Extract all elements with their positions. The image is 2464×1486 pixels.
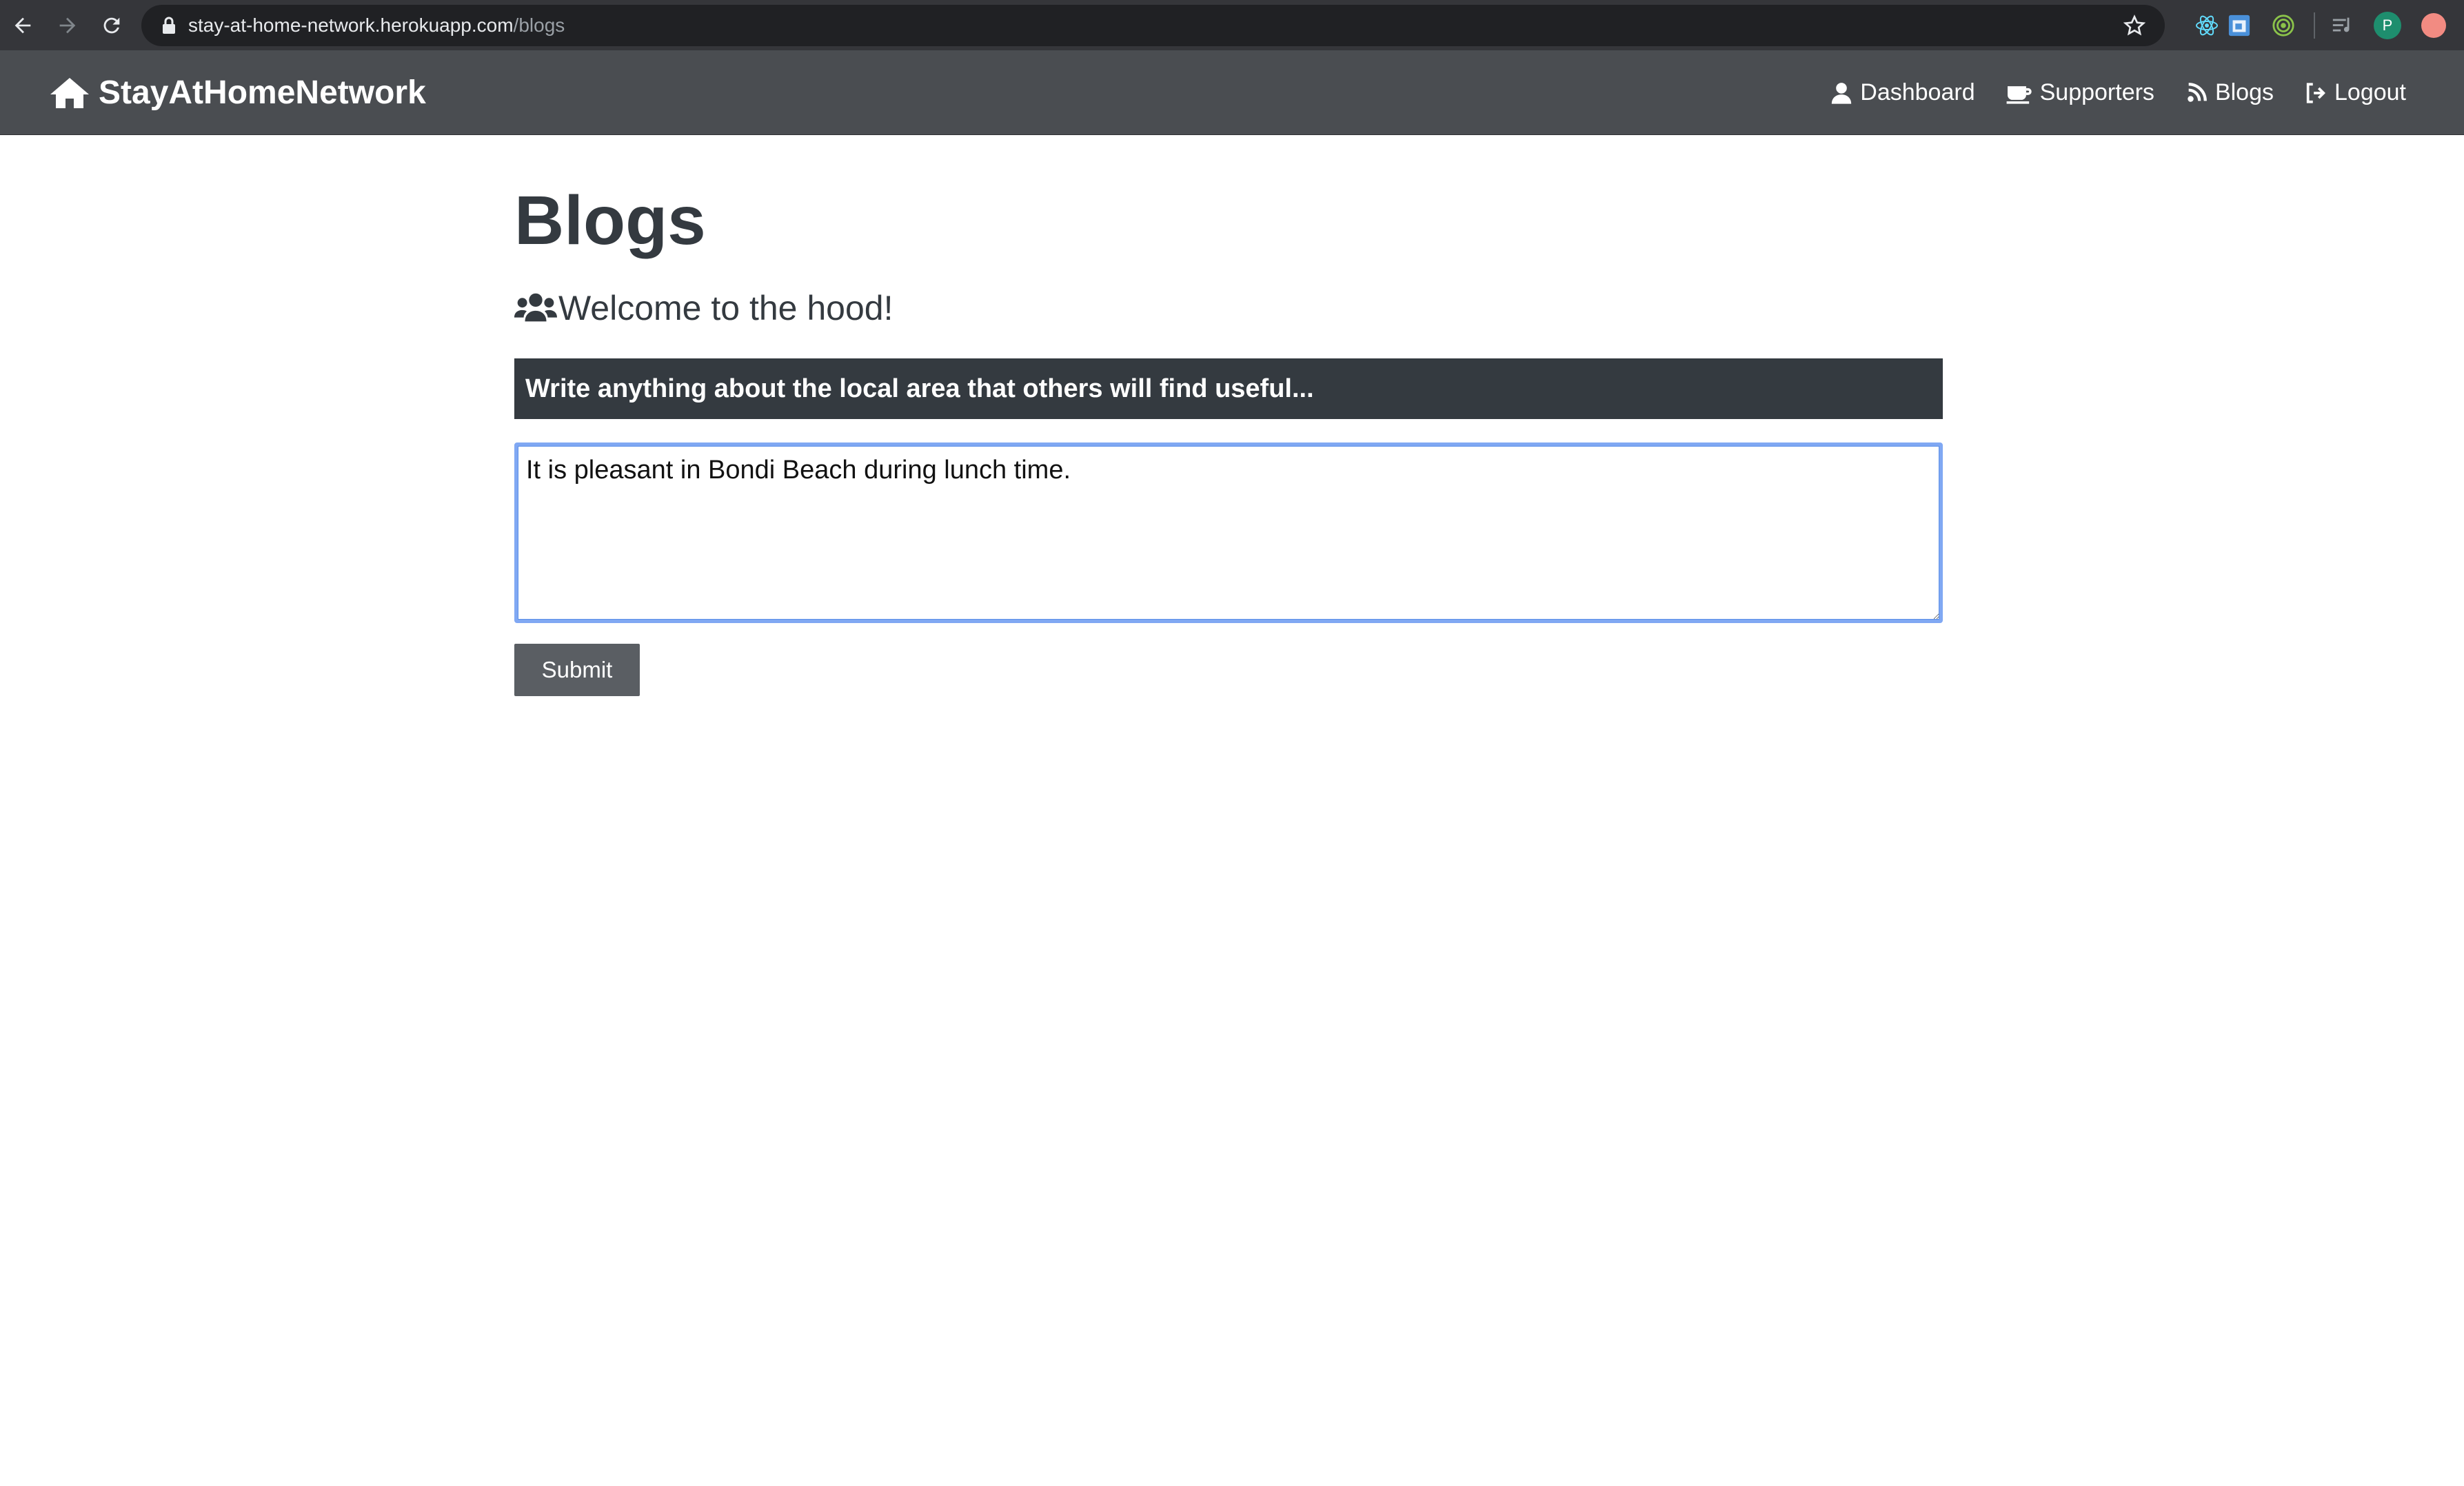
forward-icon[interactable] (53, 11, 82, 40)
nav-logout-label: Logout (2334, 79, 2406, 105)
coffee-icon (2006, 85, 2032, 104)
url-path: /blogs (513, 14, 565, 36)
reading-list-icon[interactable] (2330, 13, 2355, 38)
toolbar-divider (2314, 12, 2315, 39)
nav-supporters[interactable]: Supporters (2006, 79, 2154, 106)
blog-textarea[interactable]: It is pleasant in Bondi Beach during lun… (514, 442, 1943, 623)
extension-target-icon[interactable] (2271, 13, 2296, 38)
reload-icon[interactable] (97, 11, 126, 40)
react-devtools-icon[interactable] (2194, 13, 2219, 38)
sign-out-icon (2306, 82, 2325, 103)
nav-dashboard[interactable]: Dashboard (1830, 79, 1975, 106)
back-icon[interactable] (8, 11, 37, 40)
lock-icon (163, 17, 175, 34)
address-bar[interactable]: stay-at-home-network.herokuapp.com/blogs (141, 5, 2165, 46)
submit-button[interactable]: Submit (514, 644, 640, 696)
nav-logout[interactable]: Logout (2304, 79, 2406, 106)
profile-avatar[interactable]: P (2374, 12, 2401, 39)
nav-blogs-label: Blogs (2214, 79, 2274, 105)
blog-prompt-text: Write anything about the local area that… (525, 374, 1314, 403)
nav-links: Dashboard Supporters Blogs Logout (1799, 50, 2406, 135)
page-title: Blogs (514, 182, 706, 259)
nav-blogs[interactable]: Blogs (2185, 79, 2274, 106)
broadcast-icon (2188, 82, 2207, 102)
user-icon (1832, 82, 1852, 104)
bookmark-star-icon[interactable] (2123, 14, 2145, 37)
users-icon (514, 293, 557, 322)
welcome-text: Welcome to the hood! (558, 289, 893, 327)
app-navbar: StayAtHomeNetwork Dashboard Supporters B… (0, 50, 2464, 135)
welcome-heading: Welcome to the hood! (514, 288, 893, 328)
nav-supporters-label: Supporters (2039, 79, 2154, 105)
brand-link[interactable]: StayAtHomeNetwork (50, 50, 426, 135)
extension-update-icon[interactable] (2421, 13, 2446, 38)
url-text: stay-at-home-network.herokuapp.com/blogs (188, 5, 565, 46)
brand-name: StayAtHomeNetwork (99, 74, 426, 111)
home-icon (50, 77, 89, 108)
browser-toolbar: stay-at-home-network.herokuapp.com/blogs (0, 0, 2464, 50)
blog-prompt-banner: Write anything about the local area that… (514, 358, 1943, 419)
nav-dashboard-label: Dashboard (1860, 79, 1975, 105)
extension-calendar-icon[interactable] (2227, 13, 2252, 38)
url-host: stay-at-home-network.herokuapp.com (188, 14, 514, 36)
